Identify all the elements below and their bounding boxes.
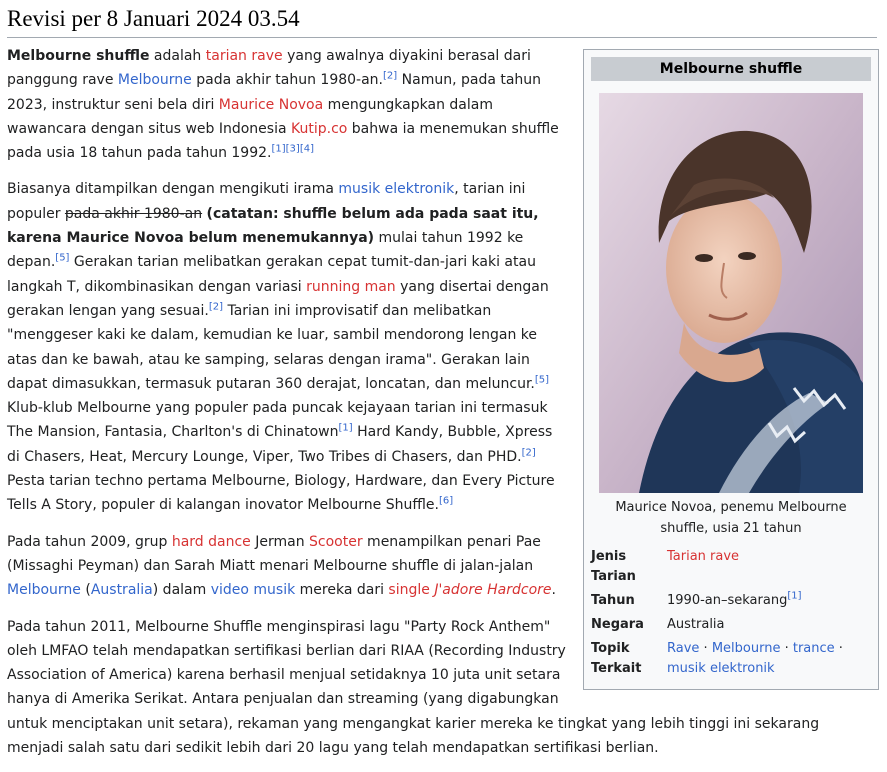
infobox-row: Negara Australia bbox=[591, 613, 871, 637]
citation-link[interactable]: [1] bbox=[271, 144, 285, 155]
infobox-title: Melbourne shuffle bbox=[591, 57, 871, 81]
citation-link[interactable]: [1] bbox=[787, 591, 801, 602]
link-australia[interactable]: Australia bbox=[91, 582, 153, 598]
citation-link[interactable]: [1] bbox=[338, 423, 352, 434]
infobox-row: Tahun 1990-an–sekarang[1] bbox=[591, 589, 871, 613]
topic-link-trance[interactable]: trance bbox=[793, 641, 835, 656]
page-title: Revisi per 8 Januari 2024 03.54 bbox=[7, 4, 877, 38]
separator: · bbox=[780, 641, 793, 656]
link-video-musik[interactable]: video musik bbox=[211, 582, 296, 598]
infobox: Melbourne shuffle Maurice Novoa, penemu … bbox=[583, 49, 879, 690]
link-kutip[interactable]: Kutip.co bbox=[291, 121, 347, 137]
dance-type-link[interactable]: Tarian rave bbox=[667, 549, 739, 564]
infobox-label: Jenis Tarian bbox=[591, 549, 636, 584]
infobox-label: Negara bbox=[591, 617, 644, 632]
article-subject: Melbourne shuffle bbox=[7, 48, 150, 64]
topic-link-melbourne[interactable]: Melbourne bbox=[712, 641, 781, 656]
separator: · bbox=[699, 641, 712, 656]
infobox-value: Australia bbox=[667, 617, 725, 632]
link-running-man[interactable]: running man bbox=[306, 279, 396, 295]
infobox-caption: Maurice Novoa, penemu Melbourne shuffle,… bbox=[615, 500, 847, 536]
link-musik-elektronik[interactable]: musik elektronik bbox=[338, 181, 454, 197]
infobox-table: Jenis Tarian Tarian rave Tahun 1990-an–s… bbox=[591, 545, 871, 681]
infobox-label: Topik Terkait bbox=[591, 641, 642, 676]
link-tarian-rave[interactable]: tarian rave bbox=[206, 48, 283, 64]
article-body: Melbourne shuffle Maurice Novoa, penemu … bbox=[7, 44, 879, 772]
citation-link[interactable]: [5] bbox=[535, 374, 549, 385]
link-melbourne[interactable]: Melbourne bbox=[7, 582, 81, 598]
infobox-row: Topik Terkait Rave · Melbourne · trance … bbox=[591, 637, 871, 681]
citation-link[interactable]: [4] bbox=[300, 144, 314, 155]
infobox-row: Jenis Tarian Tarian rave bbox=[591, 545, 871, 589]
link-hard-dance[interactable]: hard dance bbox=[172, 534, 251, 550]
citation-link[interactable]: [2] bbox=[209, 301, 223, 312]
link-scooter[interactable]: Scooter bbox=[309, 534, 363, 550]
citation-link[interactable]: [2] bbox=[383, 71, 397, 82]
citation-link[interactable]: [5] bbox=[55, 253, 69, 264]
infobox-value: 1990-an–sekarang bbox=[667, 593, 788, 608]
citation-link[interactable]: [6] bbox=[439, 496, 453, 507]
portrait-photo[interactable] bbox=[599, 93, 863, 493]
topic-link-electronic-music[interactable]: musik elektronik bbox=[667, 661, 775, 676]
infobox-label: Tahun bbox=[591, 593, 635, 608]
separator: · bbox=[834, 641, 843, 656]
link-maurice-novoa[interactable]: Maurice Novoa bbox=[219, 97, 323, 113]
link-single[interactable]: single bbox=[388, 582, 429, 598]
topic-link-rave[interactable]: Rave bbox=[667, 641, 699, 656]
citation-link[interactable]: [2] bbox=[522, 447, 536, 458]
citation-link[interactable]: [3] bbox=[286, 144, 300, 155]
link-melbourne[interactable]: Melbourne bbox=[118, 72, 192, 88]
struck-text: pada akhir 1980-an bbox=[64, 205, 203, 222]
link-jadore-hardcore[interactable]: J'adore Hardcore bbox=[434, 582, 551, 598]
